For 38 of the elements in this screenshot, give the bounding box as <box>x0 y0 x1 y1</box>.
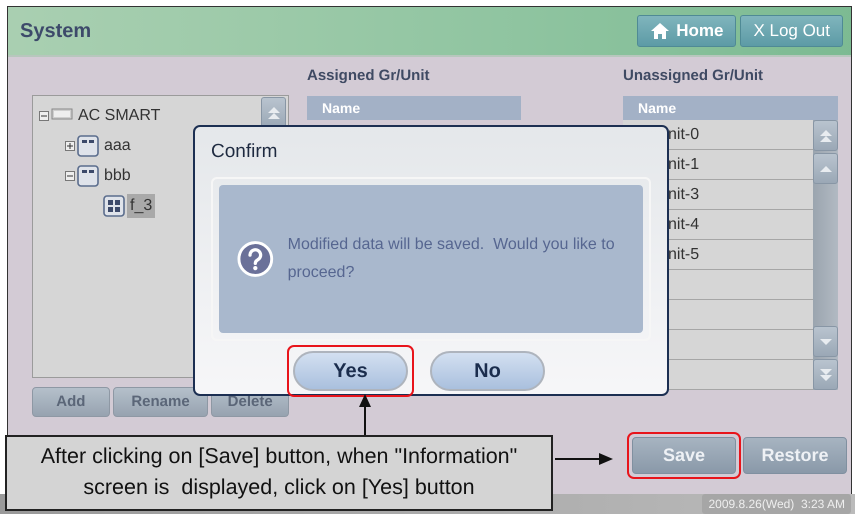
collapse-icon[interactable] <box>65 171 75 181</box>
tree-item[interactable]: bbb <box>101 164 134 188</box>
column-header: Name <box>623 96 838 120</box>
table-cell-text: nit-5 <box>668 244 700 264</box>
panel-title: Assigned Gr/Unit <box>307 66 431 86</box>
table-cell-text: nit-3 <box>668 184 700 204</box>
double-up-icon <box>818 128 832 142</box>
panel-icon <box>77 165 99 187</box>
expand-icon[interactable] <box>65 141 75 151</box>
window-title: System <box>20 19 92 44</box>
grid-icon <box>103 195 125 217</box>
dialog-title: Confirm <box>211 140 279 164</box>
collapse-icon[interactable] <box>39 111 49 121</box>
scroll-up-button[interactable] <box>813 153 838 184</box>
double-down-icon <box>818 368 832 382</box>
datetime-label: 2009.8.26(Wed) 3:23 AM <box>702 494 851 514</box>
scroll-down-button[interactable] <box>813 326 838 357</box>
dialog-button[interactable]: Yes <box>293 351 408 391</box>
scrollbar[interactable] <box>813 120 838 390</box>
tree-item[interactable]: aaa <box>101 134 134 158</box>
home-icon <box>650 22 670 40</box>
scroll-top-button[interactable] <box>261 97 286 128</box>
dialog-message: Modified data will be saved. Would you like to proceed? <box>288 235 616 283</box>
table-cell-text: nit-1 <box>668 154 700 174</box>
panel-icon <box>77 135 99 157</box>
table-cell-text: nit-4 <box>668 214 700 234</box>
tree-item[interactable]: f_3 <box>127 194 156 218</box>
question-icon <box>237 240 274 278</box>
scroll-bottom-button[interactable] <box>813 359 838 390</box>
annotation-callout: After clicking on [Save] button, when "Information" screen is displayed, click on [Yes] button <box>5 435 553 511</box>
panel-title: Unassigned Gr/Unit <box>623 66 764 86</box>
tree-item[interactable]: AC SMART <box>75 104 164 128</box>
dialog-button[interactable]: No <box>430 351 545 391</box>
pointer-arrow <box>555 453 613 465</box>
pointer-arrow <box>359 394 371 435</box>
column-header: Name <box>307 96 521 120</box>
double-up-icon <box>266 106 280 120</box>
table-cell-text: nit-0 <box>668 124 700 144</box>
